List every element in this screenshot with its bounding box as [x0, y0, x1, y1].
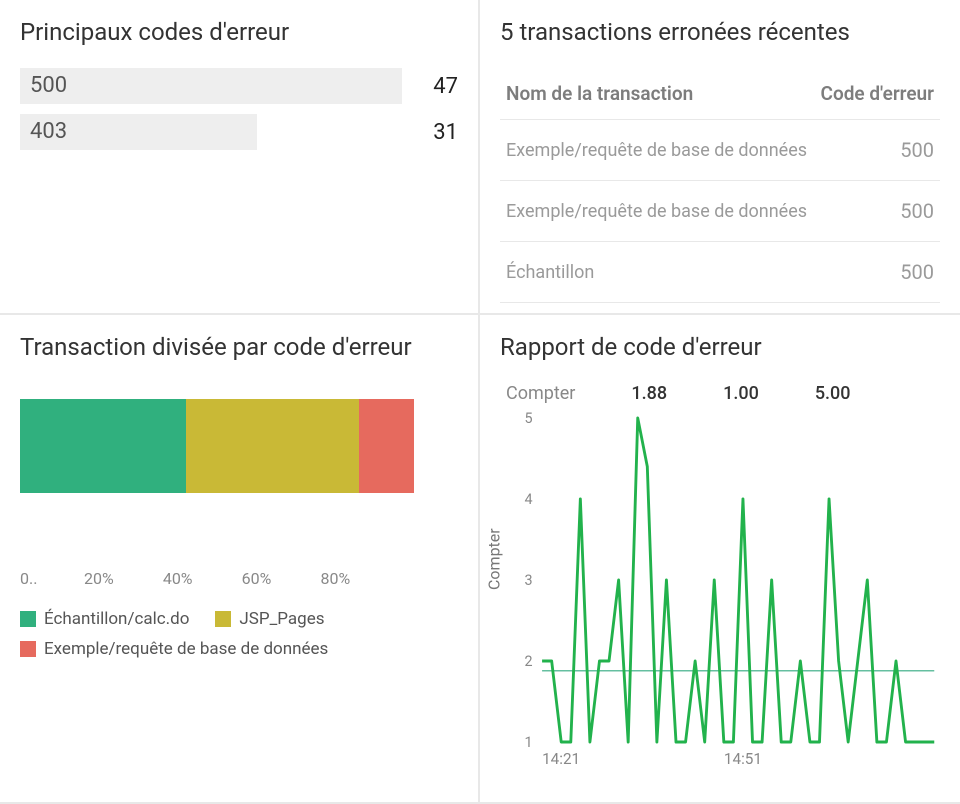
- kpi-label: Compter: [506, 383, 575, 404]
- error-code-row[interactable]: 403 31: [20, 114, 458, 150]
- cell-error-code: 500: [814, 181, 940, 242]
- y-axis-tick: 1: [524, 733, 532, 751]
- panel-transaction-split: Transaction divisée par code d'erreur 0.…: [0, 315, 480, 804]
- stacked-segment[interactable]: [20, 399, 186, 493]
- x-axis-tick: 20%: [84, 569, 114, 588]
- legend-swatch-icon: [20, 641, 36, 657]
- panel-title: Principaux codes d'erreur: [20, 18, 458, 46]
- error-code-list: 500 47 403 31: [20, 68, 458, 150]
- stacked-bar: [20, 399, 414, 493]
- legend-item[interactable]: Échantillon/calc.do: [20, 609, 189, 629]
- dashboard: Principaux codes d'erreur 5004740331 5 t…: [0, 0, 960, 804]
- x-axis-tick: 14:51: [724, 749, 762, 768]
- legend-swatch-icon: [20, 611, 36, 627]
- error-code-bar: 500: [20, 68, 402, 104]
- legend-label: Échantillon/calc.do: [44, 609, 189, 629]
- cell-error-code: 500: [814, 242, 940, 303]
- line-chart: Compter 1234514:2114:51: [500, 410, 940, 770]
- error-code-row[interactable]: 500 47: [20, 68, 458, 104]
- cell-transaction-name: Échantillon: [500, 242, 814, 303]
- legend-swatch-icon: [215, 611, 231, 627]
- panel-top-error-codes: Principaux codes d'erreur 500 47 403 31: [0, 0, 480, 315]
- panel-title: 5 transactions erronées récentes: [500, 18, 940, 46]
- y-axis-label: Compter: [485, 528, 504, 590]
- x-axis-tick: 60%: [242, 569, 272, 588]
- panel-title: Transaction divisée par code d'erreur: [20, 333, 458, 361]
- error-code-bar: 403: [20, 114, 402, 150]
- legend-item[interactable]: Exemple/requête de base de données: [20, 639, 328, 659]
- kpi-row: Compter 1.88 1.00 5.00: [506, 383, 940, 404]
- col-transaction-name: Nom de la transaction: [500, 68, 814, 120]
- table-row[interactable]: Échantillon500: [500, 242, 940, 303]
- error-code-count: 31: [402, 120, 458, 145]
- panel-title: Rapport de code d'erreur: [500, 333, 940, 361]
- y-axis-tick: 2: [524, 652, 532, 670]
- error-code-label: 403: [20, 119, 67, 144]
- legend-label: Exemple/requête de base de données: [44, 639, 328, 659]
- x-axis-tick: 0..: [20, 569, 37, 588]
- error-code-label: 500: [20, 73, 67, 98]
- kpi-mean: 1.88: [631, 383, 667, 404]
- table-row[interactable]: Exemple/requête de base de données500: [500, 181, 940, 242]
- legend-item[interactable]: JSP_Pages: [215, 609, 324, 629]
- recent-transactions-table: Nom de la transaction Code d'erreur Exem…: [500, 68, 940, 303]
- x-axis-tick: 40%: [163, 569, 193, 588]
- cell-error-code: 500: [814, 120, 940, 181]
- x-axis-tick: 14:21: [542, 749, 580, 768]
- cell-transaction-name: Exemple/requête de base de données: [500, 120, 814, 181]
- kpi-min: 1.00: [723, 383, 759, 404]
- legend-label: JSP_Pages: [239, 609, 324, 629]
- stacked-segment[interactable]: [186, 399, 359, 493]
- y-axis-tick: 3: [524, 571, 532, 589]
- col-error-code: Code d'erreur: [814, 68, 940, 120]
- stacked-segment[interactable]: [359, 399, 414, 493]
- panel-recent-error-transactions: 5 transactions erronées récentes Nom de …: [480, 0, 960, 315]
- y-axis-tick: 5: [524, 410, 532, 427]
- stacked-bar-chart: 0.. 20% 40% 60% 80% Échantillon/calc.do JSP_P…: [20, 399, 458, 659]
- panel-error-code-report: Rapport de code d'erreur Compter 1.88 1.…: [480, 315, 960, 804]
- cell-transaction-name: Exemple/requête de base de données: [500, 181, 814, 242]
- table-header-row: Nom de la transaction Code d'erreur: [500, 68, 940, 120]
- kpi-max: 5.00: [815, 383, 851, 404]
- error-code-count: 47: [402, 74, 458, 99]
- y-axis-tick: 4: [524, 490, 532, 508]
- table-row[interactable]: Exemple/requête de base de données500: [500, 120, 940, 181]
- x-axis-tick: 80%: [320, 569, 350, 588]
- line-chart-svg: 1 2 3 4 5 14:21 14:51: [500, 410, 940, 770]
- legend: Échantillon/calc.do JSP_Pages Exemple/requ…: [20, 609, 458, 659]
- line-series: [542, 418, 934, 742]
